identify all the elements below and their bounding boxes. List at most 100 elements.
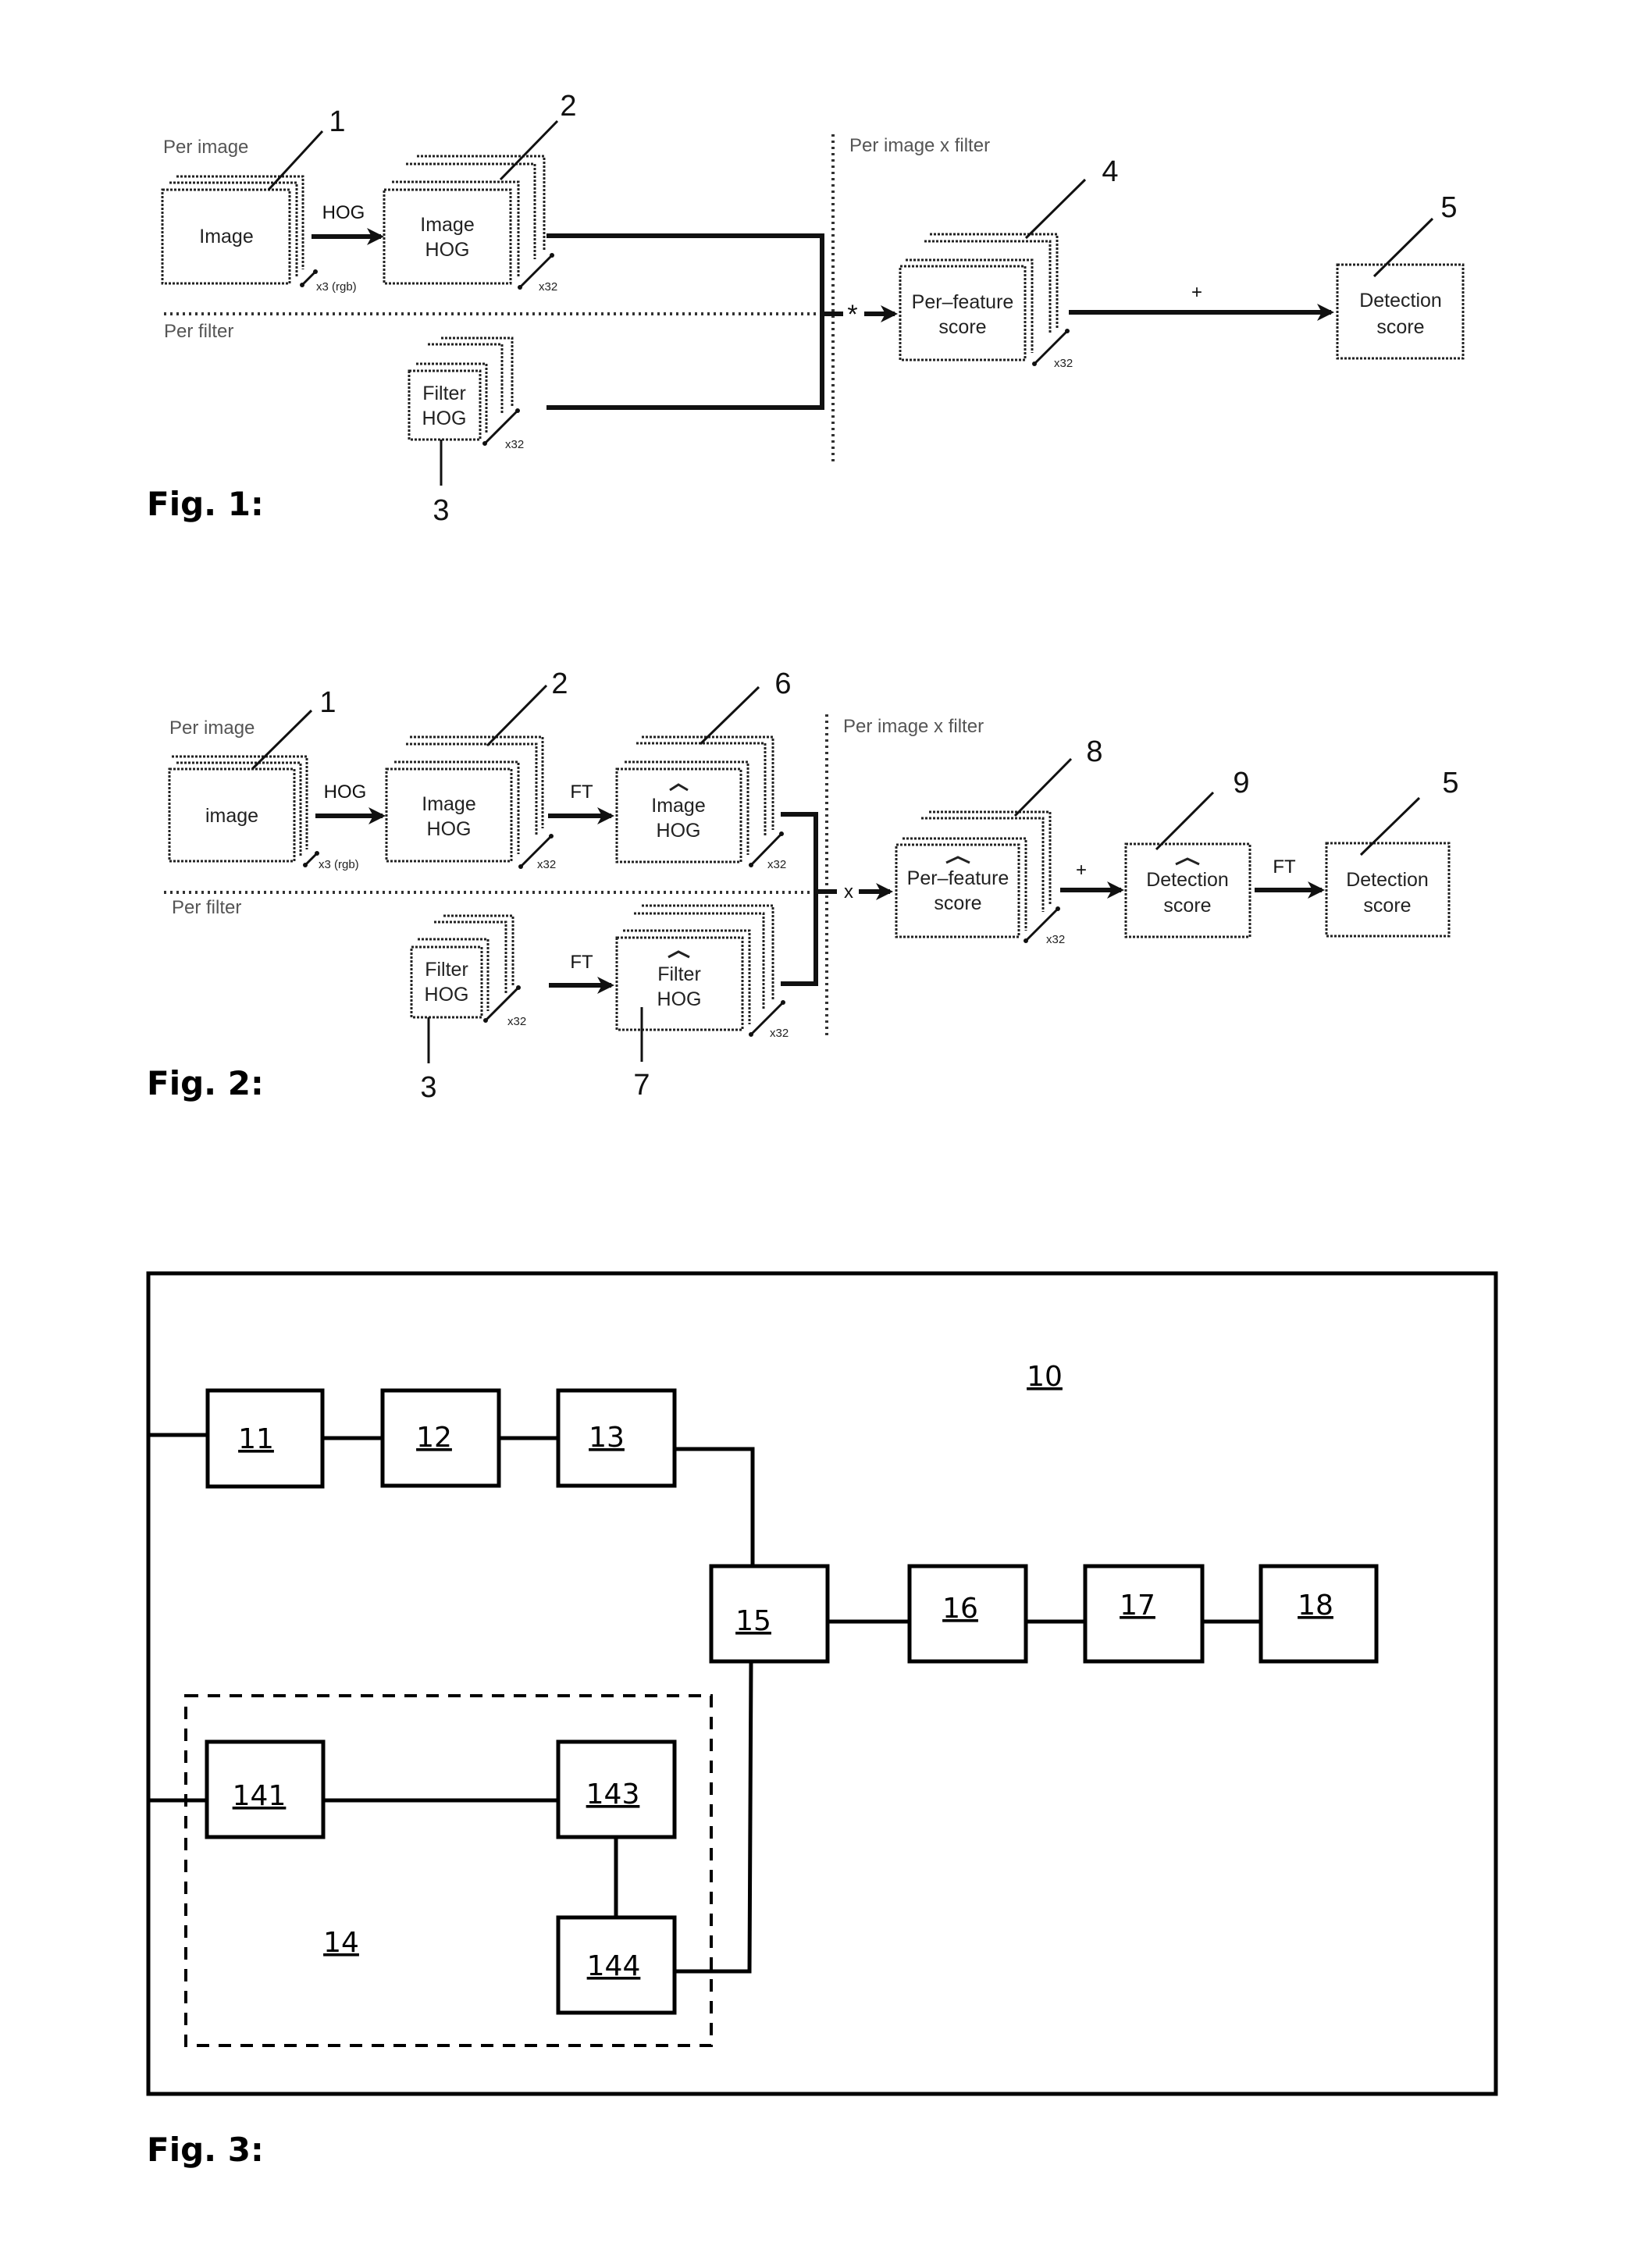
subsystem-ref-14: 14 [323, 1927, 359, 1959]
ref-numeral-2: 2 [551, 668, 568, 700]
image-hog-count: x32 [539, 280, 557, 294]
ft-operation-label: FT [570, 952, 593, 973]
image-box-label: Image [199, 226, 253, 247]
per-feature-score-ft-label-line1: Per–feature [907, 867, 1009, 889]
block-label: 12 [416, 1422, 452, 1454]
detection-score-label-line1: Detection [1359, 290, 1442, 312]
block-16: 16 [907, 1564, 1028, 1664]
detection-score-box [1336, 263, 1465, 360]
image-hog-ft-count: x32 [767, 858, 786, 871]
detection-score-label-line2: score [1363, 895, 1411, 917]
block-141: 141 [205, 1739, 326, 1839]
region-label-per-image-x-filter: Per image x filter [843, 716, 984, 737]
input-bracket-connector [781, 812, 818, 986]
block-144: 144 [556, 1915, 677, 2015]
filter-hog-label-line1: Filter [425, 959, 468, 981]
ref-numeral-3: 3 [420, 1071, 436, 1104]
block-13: 13 [556, 1388, 677, 1488]
block-label: 143 [586, 1778, 640, 1810]
block-label: 15 [735, 1605, 771, 1637]
block-label: 16 [942, 1593, 978, 1625]
per-feature-score-label-line2: score [938, 316, 986, 338]
block-label: 141 [233, 1780, 287, 1812]
filter-hog-count: x32 [505, 438, 524, 451]
multiply-operator: x [844, 881, 853, 903]
detection-score-label-line1: Detection [1346, 869, 1429, 891]
detection-score-ft-label-line2: score [1163, 895, 1211, 917]
block-143: 143 [556, 1739, 677, 1839]
filter-hog-ft-label-line1: Filter [657, 963, 701, 985]
depth-arrow-icon [300, 269, 318, 287]
image-channel-count: x3 (rgb) [316, 280, 357, 294]
hog-operation-label: HOG [324, 782, 367, 803]
block-label: 17 [1120, 1590, 1155, 1622]
filter-hog-label-line1: Filter [422, 383, 466, 404]
ref-numeral-2: 2 [560, 90, 576, 123]
detection-score-ft-label-line1: Detection [1146, 869, 1229, 891]
image-channel-count: x3 (rgb) [319, 858, 359, 871]
figure-3: 10 14 11 12 13 15 16 17 18 141 143 144 F… [146, 1271, 1498, 2169]
image-hog-ft-stack: Image HOG x32 [615, 735, 786, 871]
block-label: 144 [587, 1950, 641, 1982]
filter-hog-label-line2: HOG [422, 408, 467, 429]
depth-arrow-icon [303, 851, 319, 867]
ref-numeral-5: 5 [1440, 191, 1457, 224]
ref-leader-1 [251, 709, 313, 771]
per-feature-score-stack: Per–feature score x32 [899, 233, 1073, 370]
connector [675, 1447, 755, 1566]
per-feature-score-count: x32 [1054, 357, 1073, 370]
ref-numeral-5: 5 [1442, 767, 1458, 799]
block-label: 18 [1298, 1590, 1333, 1622]
figure-2-caption: Fig. 2: [147, 1064, 264, 1102]
figure-3-caption: Fig. 3: [147, 2131, 264, 2169]
filter-hog-ft-label-line2: HOG [657, 988, 702, 1010]
ref-leader-8 [1013, 757, 1073, 817]
sum-operation-label: + [1191, 282, 1202, 303]
ref-numeral-7: 7 [633, 1069, 650, 1102]
region-label-per-image-x-filter: Per image x filter [849, 135, 990, 156]
patent-drawing-sheet: Per image Per filter Per image x filter … [146, 90, 1498, 2169]
ref-numeral-4: 4 [1102, 155, 1118, 188]
ref-numeral-1: 1 [319, 686, 336, 719]
block-12: 12 [380, 1388, 501, 1488]
input-bracket-connector [546, 233, 824, 410]
system-boundary-10 [146, 1271, 1498, 2096]
convolution-operator: * [847, 300, 857, 329]
ref-leader-2 [499, 119, 559, 181]
block-15: 15 [709, 1564, 830, 1664]
per-feature-score-ft-count: x32 [1046, 933, 1065, 946]
figure-1-caption: Fig. 1: [147, 485, 264, 523]
ref-leader-1 [267, 130, 324, 191]
filter-hog-count: x32 [507, 1015, 526, 1028]
image-hog-label-line2: HOG [427, 818, 472, 840]
filter-hog-stack: Filter HOG x32 [408, 336, 524, 451]
ref-numeral-3: 3 [433, 494, 449, 527]
block-label: 11 [238, 1423, 274, 1455]
sum-operation-label: + [1076, 860, 1087, 881]
image-hog-ft-label-line1: Image [651, 795, 705, 817]
ref-leader-9 [1155, 791, 1215, 851]
ft-operation-label: FT [1273, 856, 1296, 878]
image-box-label: image [205, 805, 258, 827]
region-label-per-image: Per image [169, 717, 255, 739]
region-label-per-filter: Per filter [164, 321, 233, 342]
per-feature-score-ft-label-line2: score [934, 892, 981, 914]
system-ref-10: 10 [1027, 1361, 1063, 1393]
image-hog-stack: Image HOG x32 [385, 735, 556, 871]
ft-operation-label: FT [570, 782, 593, 803]
filter-hog-stack: Filter HOG x32 [410, 914, 526, 1028]
per-feature-score-ft-stack: Per–feature score x32 [895, 810, 1065, 946]
filter-hog-ft-count: x32 [770, 1027, 789, 1040]
block-label: 13 [589, 1422, 625, 1454]
region-label-per-image: Per image [163, 137, 248, 158]
block-11: 11 [205, 1388, 325, 1489]
ref-numeral-1: 1 [329, 105, 345, 138]
image-hog-label-line1: Image [422, 793, 475, 815]
ref-numeral-6: 6 [774, 668, 791, 700]
filter-hog-label-line2: HOG [425, 984, 469, 1006]
image-hog-ft-label-line2: HOG [657, 820, 701, 842]
image-hog-label-line1: Image [420, 214, 474, 236]
image-hog-stack: Image HOG x32 [383, 155, 557, 294]
block-18: 18 [1259, 1564, 1379, 1664]
block-17: 17 [1083, 1564, 1205, 1664]
